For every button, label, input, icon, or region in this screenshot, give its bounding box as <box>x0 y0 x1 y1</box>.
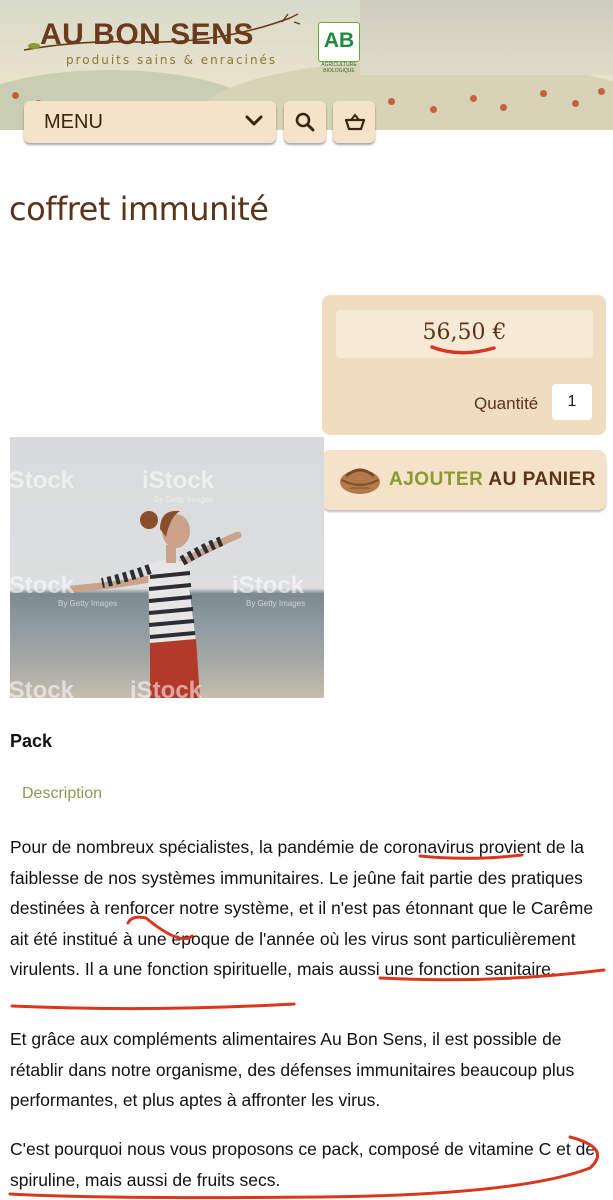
poppy-decoration <box>598 88 605 95</box>
price-value: 56,50 € <box>336 320 593 345</box>
price-currency: € <box>492 320 507 345</box>
add-to-cart-word1: AJOUTER <box>389 469 484 490</box>
image-watermark-sub: By Getty Images <box>58 599 118 608</box>
organic-badge: AB <box>318 22 360 62</box>
description-paragraph-1: Pour de nombreux spécialistes, la pandém… <box>10 832 610 985</box>
red-underline-annotation <box>430 345 496 355</box>
brand-name: AU BON SENS <box>40 18 254 51</box>
image-watermark: iStock <box>232 572 305 599</box>
poppy-decoration <box>470 95 477 102</box>
chevron-down-icon <box>245 115 263 126</box>
quantity-label: Quantité <box>474 394 539 413</box>
image-watermark: iStock <box>10 572 75 599</box>
cart-button[interactable] <box>333 101 375 143</box>
underline-fonction-sanitaire <box>10 1002 296 1011</box>
menu-label: MENU <box>44 111 103 133</box>
description-paragraph-2: Et grâce aux compléments alimentaires Au… <box>10 1029 575 1110</box>
poppy-decoration <box>430 106 437 113</box>
text-segment: . <box>550 959 556 979</box>
tab-description[interactable]: Description <box>22 785 102 803</box>
image-watermark: iStock <box>142 467 215 494</box>
image-watermark: iStock <box>10 677 75 698</box>
quantity-input[interactable] <box>552 384 592 420</box>
poppy-decoration <box>12 92 19 99</box>
brand-tagline: produits sains & enracinés <box>66 53 278 67</box>
image-watermark-sub: By Getty Images <box>246 599 306 608</box>
poppy-decoration <box>572 100 579 107</box>
product-title: coffret immunité <box>9 190 269 228</box>
landscape-building <box>360 0 613 75</box>
image-watermark: iStock <box>130 677 203 698</box>
highlighted-text: coronavirus <box>383 837 475 857</box>
search-icon <box>295 112 315 132</box>
text-segment: Pour de nombreux spécialistes, la pandém… <box>10 837 384 857</box>
add-to-cart-label: AJOUTER AU PANIER <box>389 469 596 491</box>
poppy-decoration <box>540 90 547 97</box>
basket-icon <box>340 468 380 494</box>
highlighted-text: le Carême <box>512 898 594 918</box>
add-to-cart-word2: AU PANIER <box>488 469 596 490</box>
product-category: Pack <box>10 731 53 751</box>
price-display: 56,50 € <box>336 310 593 358</box>
badge-letters: AB <box>323 29 355 52</box>
poppy-decoration <box>500 104 507 111</box>
menu-button[interactable]: MENU <box>24 101 276 143</box>
basket-icon <box>344 113 366 131</box>
search-button[interactable] <box>284 101 326 143</box>
image-watermark-sub: By Getty Images <box>154 495 214 504</box>
image-watermark: iStock <box>10 467 75 494</box>
badge-caption: AGRICULTURE BIOLOGIQUE <box>321 62 357 74</box>
product-image: iStock iStock iStock iStock iStock iStoc… <box>10 437 324 698</box>
price-box: 56,50 € Quantité <box>322 295 606 435</box>
description-paragraph-3: C'est pourquoi nous vous proposons ce pa… <box>10 1139 596 1190</box>
price-amount: 56,50 <box>422 320 486 345</box>
highlighted-text: a une fonction spirituelle, mais aussi u… <box>98 959 551 979</box>
add-to-cart-button[interactable]: AJOUTER AU PANIER <box>322 450 606 510</box>
poppy-decoration <box>388 98 395 105</box>
